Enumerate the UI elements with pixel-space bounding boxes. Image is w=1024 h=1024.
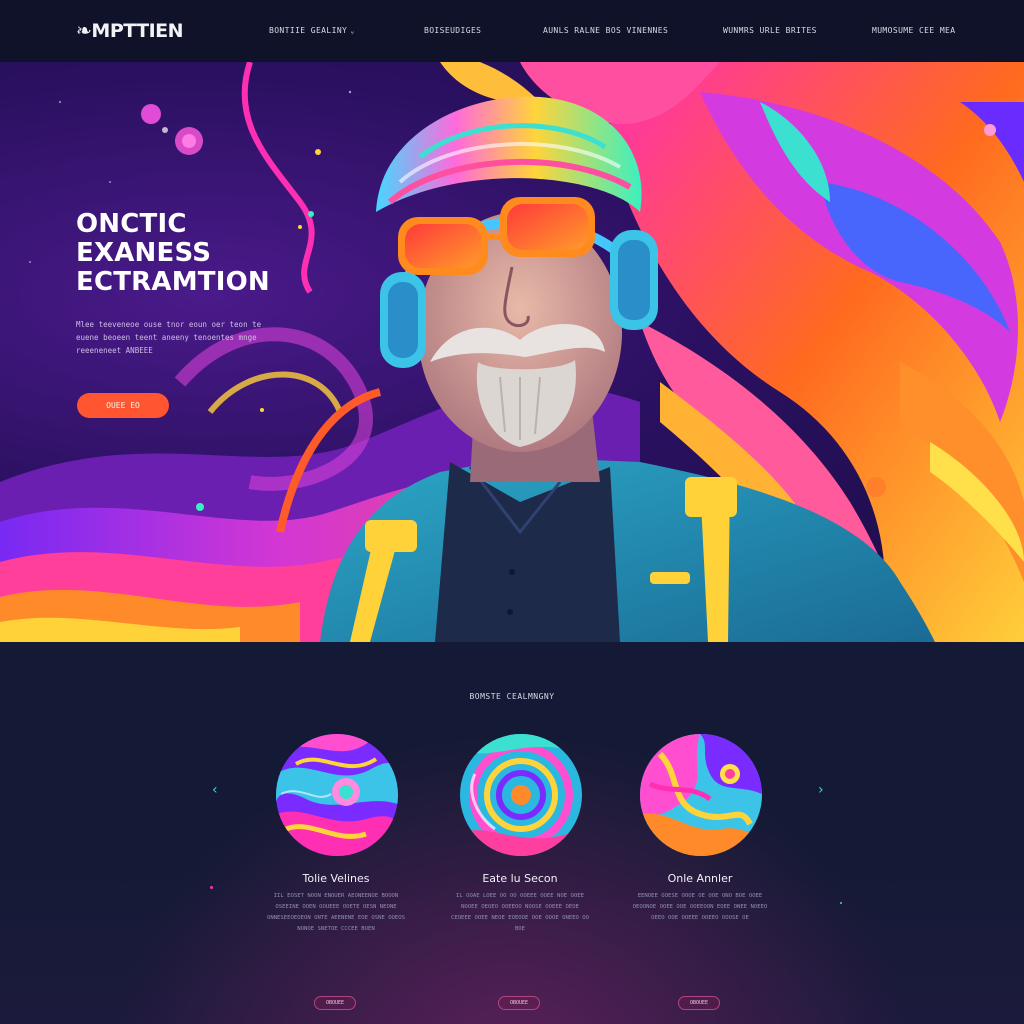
feature-card-text: IIL EOSET NOON ENOUER AEONEENOE BOOON OS… <box>266 893 406 932</box>
decor-dot <box>840 902 842 904</box>
hero-title-line-1: ONCTIC <box>76 209 187 239</box>
top-navbar: ❧MPTTIEN BONTIIE GEALINY ⌄ BOISEUDIGES AU… <box>0 0 1024 62</box>
nav-link-2[interactable]: BOISEUDIGES <box>424 26 481 35</box>
feature-card-2: Eate lu Secon IL OOAE LOEE OO OO OOEEE O… <box>420 734 620 1024</box>
feature-card-button[interactable]: OBOUEE <box>678 996 720 1010</box>
feature-card-image <box>276 734 398 856</box>
feature-card-title: Tolie Velines <box>302 872 370 885</box>
nav-link-5[interactable]: MUMOSUME CEE MEA <box>872 26 955 35</box>
hero-title-line-2: EXANESS <box>76 238 212 268</box>
nav-link-4[interactable]: WUNMRS URLE BRITES <box>723 26 817 35</box>
hero-description: Mlee teeveneoe ouse tnor eoun oer teon t… <box>76 320 262 355</box>
feature-card-3: Onle Annler EENOEE OOESE OOOE OE OOE ONO… <box>600 734 800 1024</box>
nav-link-1[interactable]: BONTIIE GEALINY ⌄ <box>269 26 355 35</box>
feature-card-title: Eate lu Secon <box>482 872 558 885</box>
hero-title: ONCTIC EXANESS ECTRAMTION <box>76 210 376 297</box>
carousel-next-icon[interactable]: › <box>818 782 824 798</box>
feature-card-image <box>640 734 762 856</box>
feature-card-text: IL OOAE LOEE OO OO OOEEE OOEE NOE OOEE N… <box>450 893 590 932</box>
decor-dot <box>210 886 213 889</box>
hero-cta-button[interactable]: OUEE EO <box>77 393 169 418</box>
feature-card-1: Tolie Velines IIL EOSET NOON ENOUER AEON… <box>236 734 436 1024</box>
feature-card-text: EENOEE OOESE OOOE OE OOE ONO BOE OOEE OE… <box>632 893 768 921</box>
nav-link-3[interactable]: AUNLS RALNE BOS VINENNES <box>543 26 668 35</box>
carousel-prev-icon[interactable]: ‹ <box>212 782 218 798</box>
chevron-down-icon: ⌄ <box>350 27 355 35</box>
feature-card-title: Onle Annler <box>667 872 733 885</box>
hero-section: ONCTIC EXANESS ECTRAMTION Mlee teeveneoe… <box>0 62 1024 642</box>
feature-card-button[interactable]: OBOUEE <box>498 996 540 1010</box>
hero-title-line-3: ECTRAMTION <box>76 267 270 297</box>
features-heading: BOMSTE CEALMNGNY <box>469 692 555 701</box>
feature-card-image <box>460 734 582 856</box>
features-section: BOMSTE CEALMNGNY ‹ › Tolie Velines IIL E… <box>0 642 1024 1024</box>
main-nav: BONTIIE GEALINY ⌄ BOISEUDIGES AUNLS RALNE… <box>0 26 1024 40</box>
feature-card-button[interactable]: OBOUEE <box>314 996 356 1010</box>
